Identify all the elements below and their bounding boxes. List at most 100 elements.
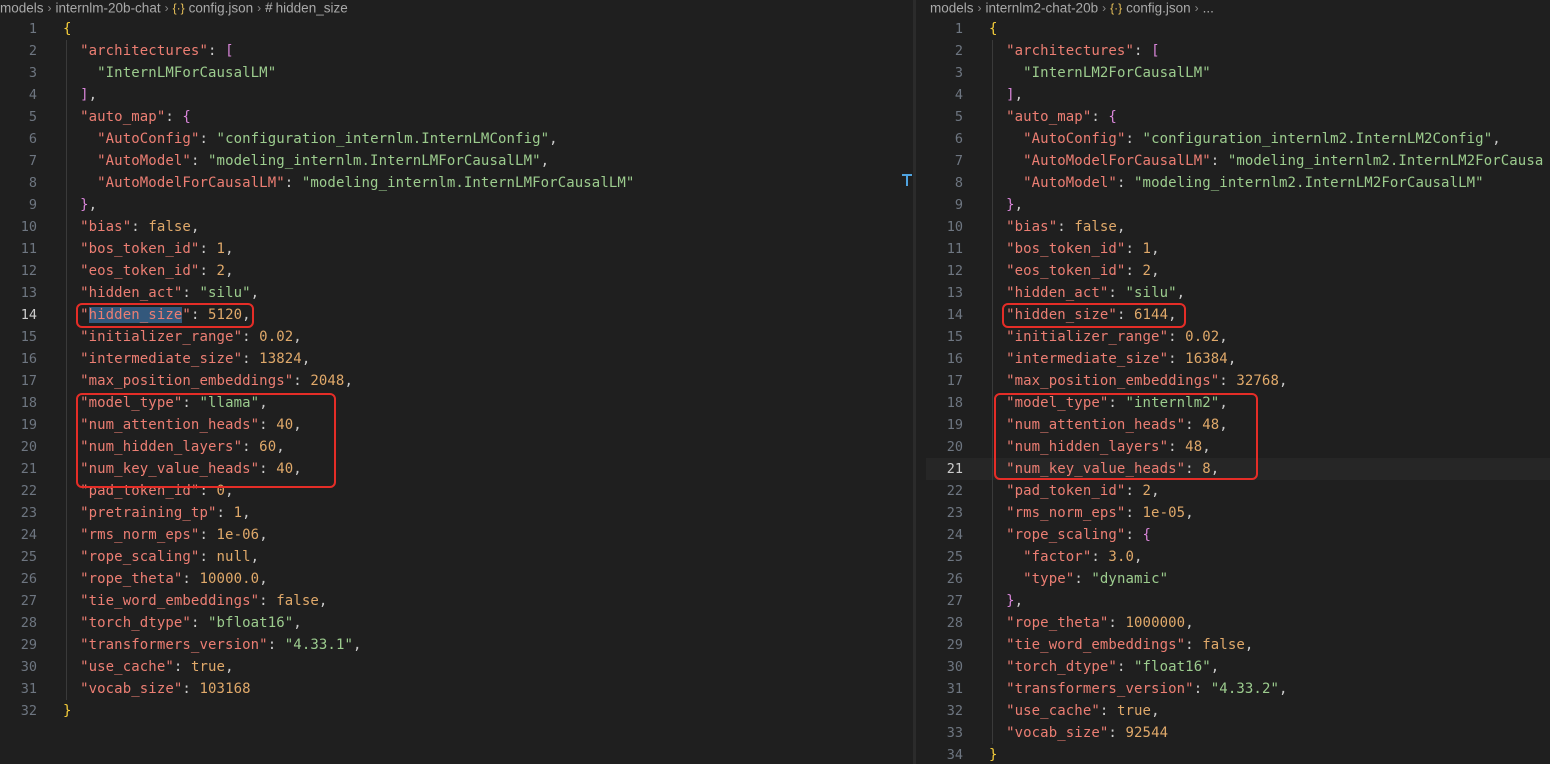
code-line[interactable]: 21 "num_key_value_heads": 40, [0, 458, 913, 480]
code-line[interactable]: 9 }, [926, 194, 1550, 216]
code-line[interactable]: 26 "rope_theta": 10000.0, [0, 568, 913, 590]
code-line[interactable]: 7 "AutoModel": "modeling_internlm.Intern… [0, 150, 913, 172]
code-text: }, [1006, 197, 1024, 213]
indent-guide [66, 40, 67, 700]
code-text: "model_type": "internlm2", [1006, 395, 1228, 411]
code-line[interactable]: 12 "eos_token_id": 2, [0, 260, 913, 282]
breadcrumb-file[interactable]: config.json [189, 0, 254, 15]
code-line[interactable]: 16 "intermediate_size": 16384, [926, 348, 1550, 370]
code-line[interactable]: 13 "hidden_act": "silu", [926, 282, 1550, 304]
code-line[interactable]: 8 "AutoModelForCausalLM": "modeling_inte… [0, 172, 913, 194]
line-number: 21 [20, 461, 37, 477]
code-line[interactable]: 30 "use_cache": true, [0, 656, 913, 678]
code-line[interactable]: 27 "tie_word_embeddings": false, [0, 590, 913, 612]
code-line[interactable]: 2 "architectures": [ [926, 40, 1550, 62]
breadcrumb-folder[interactable]: internlm-20b-chat [56, 0, 161, 15]
code-line[interactable]: 22 "pad_token_id": 2, [926, 480, 1550, 502]
breadcrumb-symbol[interactable]: hidden_size [276, 0, 348, 15]
code-text: "num_hidden_layers": 48, [1006, 439, 1211, 455]
code-line[interactable]: 19 "num_attention_heads": 40, [0, 414, 913, 436]
code-line[interactable]: 32 "use_cache": true, [926, 700, 1550, 722]
code-line[interactable]: 31 "transformers_version": "4.33.2", [926, 678, 1550, 700]
code-text: { [989, 21, 998, 37]
code-line[interactable]: 17 "max_position_embeddings": 2048, [0, 370, 913, 392]
code-line[interactable]: 14 "hidden_size": 6144, [926, 304, 1550, 326]
line-number: 32 [20, 703, 37, 719]
code-line[interactable]: 28 "rope_theta": 1000000, [926, 612, 1550, 634]
split-indicator-icon [902, 174, 912, 186]
code-line[interactable]: 27 }, [926, 590, 1550, 612]
code-text: { [63, 21, 72, 37]
code-line[interactable]: 30 "torch_dtype": "float16", [926, 656, 1550, 678]
code-line[interactable]: 33 "vocab_size": 92544 [926, 722, 1550, 744]
code-line[interactable]: 15 "initializer_range": 0.02, [926, 326, 1550, 348]
code-text: "bos_token_id": 1, [1006, 241, 1160, 257]
code-line[interactable]: 2 "architectures": [ [0, 40, 913, 62]
breadcrumb-models[interactable]: models [930, 0, 974, 15]
code-line[interactable]: 25 "rope_scaling": null, [0, 546, 913, 568]
code-line[interactable]: 28 "torch_dtype": "bfloat16", [0, 612, 913, 634]
code-text: }, [80, 197, 98, 213]
code-line[interactable]: 20 "num_hidden_layers": 48, [926, 436, 1550, 458]
code-text: "vocab_size": 103168 [80, 681, 251, 697]
code-text: } [989, 747, 998, 763]
code-editor-left[interactable]: 1{2 "architectures": [3 "InternLMForCaus… [0, 18, 913, 722]
code-line[interactable]: 23 "rms_norm_eps": 1e-05, [926, 502, 1550, 524]
code-editor-right[interactable]: 1{2 "architectures": [3 "InternLM2ForCau… [926, 18, 1550, 764]
line-number: 11 [946, 241, 963, 257]
code-line[interactable]: 32} [0, 700, 913, 722]
line-number: 29 [946, 637, 963, 653]
code-line[interactable]: 10 "bias": false, [0, 216, 913, 238]
code-line[interactable]: 24 "rope_scaling": { [926, 524, 1550, 546]
code-line[interactable]: 24 "rms_norm_eps": 1e-06, [0, 524, 913, 546]
code-text: "transformers_version": "4.33.1", [80, 637, 362, 653]
code-line[interactable]: 21 "num_key_value_heads": 8, [926, 458, 1550, 480]
line-number: 27 [20, 593, 37, 609]
code-line[interactable]: 4 ], [0, 84, 913, 106]
code-line[interactable]: 10 "bias": false, [926, 216, 1550, 238]
code-line[interactable]: 18 "model_type": "llama", [0, 392, 913, 414]
code-text: "hidden_size": 5120, [80, 307, 251, 323]
breadcrumb-file[interactable]: config.json [1126, 0, 1191, 15]
line-number: 3 [954, 65, 963, 81]
code-line[interactable]: 25 "factor": 3.0, [926, 546, 1550, 568]
code-line[interactable]: 7 "AutoModelForCausalLM": "modeling_inte… [926, 150, 1550, 172]
breadcrumb-folder[interactable]: internlm2-chat-20b [986, 0, 1099, 15]
code-line[interactable]: 18 "model_type": "internlm2", [926, 392, 1550, 414]
code-line[interactable]: 9 }, [0, 194, 913, 216]
chevron-right-icon: › [977, 1, 982, 16]
code-line[interactable]: 12 "eos_token_id": 2, [926, 260, 1550, 282]
code-line[interactable]: 31 "vocab_size": 103168 [0, 678, 913, 700]
code-line[interactable]: 1{ [926, 18, 1550, 40]
chevron-right-icon: › [257, 1, 262, 16]
code-line[interactable]: 14 "hidden_size": 5120, [0, 304, 913, 326]
code-line[interactable]: 20 "num_hidden_layers": 60, [0, 436, 913, 458]
code-line[interactable]: 23 "pretraining_tp": 1, [0, 502, 913, 524]
code-line[interactable]: 17 "max_position_embeddings": 32768, [926, 370, 1550, 392]
code-line[interactable]: 11 "bos_token_id": 1, [0, 238, 913, 260]
code-line[interactable]: 3 "InternLMForCausalLM" [0, 62, 913, 84]
code-line[interactable]: 6 "AutoConfig": "configuration_internlm2… [926, 128, 1550, 150]
code-line[interactable]: 15 "initializer_range": 0.02, [0, 326, 913, 348]
code-line[interactable]: 22 "pad_token_id": 0, [0, 480, 913, 502]
breadcrumb-more[interactable]: ... [1203, 0, 1214, 15]
code-line[interactable]: 16 "intermediate_size": 13824, [0, 348, 913, 370]
code-line[interactable]: 3 "InternLM2ForCausalLM" [926, 62, 1550, 84]
code-line[interactable]: 5 "auto_map": { [926, 106, 1550, 128]
code-text: "vocab_size": 92544 [1006, 725, 1169, 741]
line-number: 31 [946, 681, 963, 697]
code-line[interactable]: 4 ], [926, 84, 1550, 106]
code-line[interactable]: 29 "transformers_version": "4.33.1", [0, 634, 913, 656]
line-number: 25 [946, 549, 963, 565]
code-line[interactable]: 26 "type": "dynamic" [926, 568, 1550, 590]
code-line[interactable]: 19 "num_attention_heads": 48, [926, 414, 1550, 436]
code-line[interactable]: 1{ [0, 18, 913, 40]
code-line[interactable]: 29 "tie_word_embeddings": false, [926, 634, 1550, 656]
code-line[interactable]: 13 "hidden_act": "silu", [0, 282, 913, 304]
code-line[interactable]: 6 "AutoConfig": "configuration_internlm.… [0, 128, 913, 150]
code-line[interactable]: 34} [926, 744, 1550, 764]
code-line[interactable]: 11 "bos_token_id": 1, [926, 238, 1550, 260]
code-line[interactable]: 5 "auto_map": { [0, 106, 913, 128]
code-line[interactable]: 8 "AutoModel": "modeling_internlm2.Inter… [926, 172, 1550, 194]
breadcrumb-models[interactable]: models [0, 0, 44, 15]
